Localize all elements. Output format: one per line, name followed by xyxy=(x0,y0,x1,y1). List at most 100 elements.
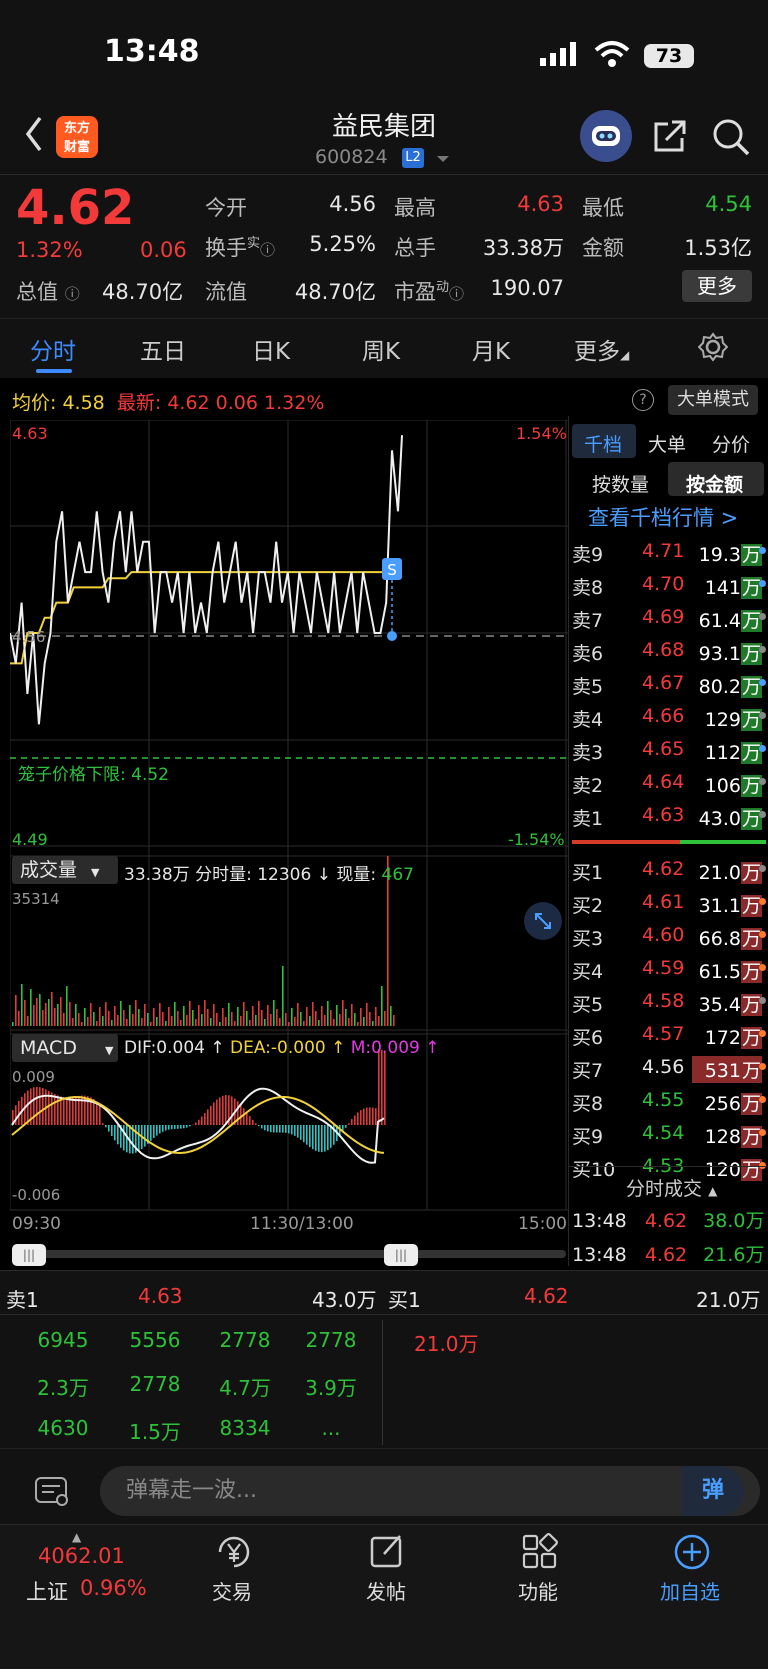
sell-row[interactable]: 卖4 4.66 129万 xyxy=(572,699,768,732)
macd-bar xyxy=(111,1125,113,1137)
sort-by-quantity[interactable]: 按数量 xyxy=(592,470,649,497)
volume-bar xyxy=(45,1003,47,1026)
range-slider-handle-left[interactable]: ||| xyxy=(12,1244,46,1266)
volume-bar xyxy=(63,1013,65,1026)
buy-row[interactable]: 买2 4.61 31.1万 xyxy=(572,885,768,918)
buy-row[interactable]: 买9 4.54 128万 xyxy=(572,1116,768,1149)
volume-bar xyxy=(96,1021,98,1026)
tab-intraday[interactable]: 分时 xyxy=(30,332,76,366)
index-name[interactable]: 上证 xyxy=(26,1576,68,1606)
macd-bar xyxy=(213,1102,215,1125)
volume-selector[interactable]: 成交量 ▼ xyxy=(12,856,118,884)
tab-weekly-k[interactable]: 周K xyxy=(362,332,400,366)
buy-row[interactable]: 买7 4.56 531万 xyxy=(572,1050,768,1083)
sell-order-item: 3.9万 xyxy=(305,1376,357,1400)
sort-by-amount[interactable]: 按金额 xyxy=(686,470,743,497)
ref-price-label: 4.56 xyxy=(12,628,46,646)
volume-bar xyxy=(207,1009,209,1026)
more-button[interactable]: 更多 xyxy=(682,270,752,302)
danmu-input[interactable]: 弹幕走一波... xyxy=(100,1466,760,1516)
sell-row[interactable]: 卖2 4.64 106万 xyxy=(572,765,768,798)
macd-bar xyxy=(63,1097,65,1125)
danmu-settings-icon[interactable] xyxy=(34,1474,70,1508)
macd-bar xyxy=(36,1086,38,1125)
tab-1000-level[interactable]: 千档 xyxy=(584,430,622,457)
volume-bar xyxy=(222,1008,224,1026)
buy-row[interactable]: 买8 4.55 256万 xyxy=(572,1083,768,1116)
order-dot-icon xyxy=(759,964,766,971)
macd-bar xyxy=(378,1048,380,1125)
volume-bar xyxy=(159,1003,161,1026)
volume-bar xyxy=(300,1012,302,1026)
macd-bar xyxy=(372,1107,374,1125)
trade-yuan-icon[interactable] xyxy=(214,1532,254,1572)
tab-price-dist[interactable]: 分价 xyxy=(712,430,750,457)
sell-row[interactable]: 卖8 4.70 141万 xyxy=(572,567,768,600)
macd-bar xyxy=(312,1125,314,1150)
expand-icon[interactable] xyxy=(524,902,562,940)
index-value[interactable]: 4062.01 xyxy=(38,1544,125,1568)
ticks-title[interactable]: 分时成交 ▲ xyxy=(626,1174,717,1201)
summary-sell-label: 卖1 xyxy=(6,1288,39,1312)
nav-post[interactable]: 发帖 xyxy=(336,1576,436,1605)
functions-grid-icon[interactable] xyxy=(520,1532,560,1572)
change-pct: 1.32% xyxy=(16,238,83,262)
volume-bar xyxy=(282,966,284,1026)
volume-bar xyxy=(21,984,23,1026)
help-icon[interactable]: ? xyxy=(632,389,654,411)
macd-bar xyxy=(270,1125,272,1133)
range-slider-track[interactable] xyxy=(12,1250,566,1258)
mktcap-label: 总值 ⓘ xyxy=(16,280,80,304)
sell-row[interactable]: 卖3 4.65 112万 xyxy=(572,732,768,765)
buy-row[interactable]: 买1 4.62 21.0万 xyxy=(572,852,768,885)
volume-bar xyxy=(18,1011,20,1026)
volume-bar xyxy=(60,997,62,1026)
danmu-send-button[interactable]: 弹 xyxy=(682,1466,744,1516)
turnover-label: 换手实ⓘ xyxy=(205,236,276,260)
big-order-mode-button[interactable]: 大单模式 xyxy=(668,385,758,415)
collapse-caret-icon[interactable]: ▲ xyxy=(72,1530,81,1544)
sell-row[interactable]: 卖6 4.68 93.1万 xyxy=(572,633,768,666)
search-icon[interactable] xyxy=(712,118,750,156)
nav-trade[interactable]: 交易 xyxy=(182,1576,282,1605)
order-dot-icon xyxy=(759,580,766,587)
volume-bar xyxy=(228,1003,230,1026)
settings-gear-icon[interactable] xyxy=(698,332,728,362)
intraday-chart[interactable]: S xyxy=(10,420,568,1220)
tab-5day[interactable]: 五日 xyxy=(140,332,186,366)
sell-order-item: 4.7万 xyxy=(219,1376,271,1400)
buy-row[interactable]: 买6 4.57 172万 xyxy=(572,1017,768,1050)
volume-bar xyxy=(93,1012,95,1026)
nav-add-watchlist[interactable]: 加自选 xyxy=(640,1576,740,1605)
macd-selector[interactable]: MACD ▼ xyxy=(12,1034,118,1062)
summary-buy-price: 4.62 xyxy=(524,1284,569,1308)
add-watchlist-icon[interactable] xyxy=(672,1532,712,1572)
volume-bar xyxy=(240,1016,242,1026)
sell-row[interactable]: 卖7 4.69 61.4万 xyxy=(572,600,768,633)
sell-row[interactable]: 卖5 4.67 80.2万 xyxy=(572,666,768,699)
volume-bar xyxy=(156,1017,158,1026)
volume-bar xyxy=(312,1002,314,1026)
share-icon[interactable] xyxy=(652,118,688,154)
volume-bar xyxy=(216,1013,218,1026)
tab-daily-k[interactable]: 日K xyxy=(252,332,290,366)
sell-row[interactable]: 卖9 4.71 19.3万 xyxy=(572,534,768,567)
buy-row[interactable]: 买5 4.58 35.4万 xyxy=(572,984,768,1017)
volume-bar xyxy=(54,1008,56,1026)
nav-functions[interactable]: 功能 xyxy=(488,1576,588,1605)
buy-row[interactable]: 买3 4.60 66.8万 xyxy=(572,918,768,951)
post-edit-icon[interactable] xyxy=(368,1532,408,1572)
chevron-down-icon[interactable] xyxy=(436,154,450,164)
robot-assistant-icon[interactable] xyxy=(580,110,632,162)
view-1000-level-link[interactable]: 查看千档行情 > xyxy=(588,502,738,532)
tab-monthly-k[interactable]: 月K xyxy=(472,332,510,366)
order-dot-icon xyxy=(759,1096,766,1103)
buy-row[interactable]: 买4 4.59 61.5万 xyxy=(572,951,768,984)
range-slider-handle-right[interactable]: ||| xyxy=(384,1244,418,1266)
tab-big-order[interactable]: 大单 xyxy=(648,430,686,457)
sell-row[interactable]: 卖1 4.63 43.0万 xyxy=(572,798,768,831)
macd-bar xyxy=(105,1125,107,1128)
macd-bar xyxy=(150,1125,152,1141)
macd-bar xyxy=(96,1101,98,1125)
tab-more[interactable]: 更多◢ xyxy=(574,332,629,366)
